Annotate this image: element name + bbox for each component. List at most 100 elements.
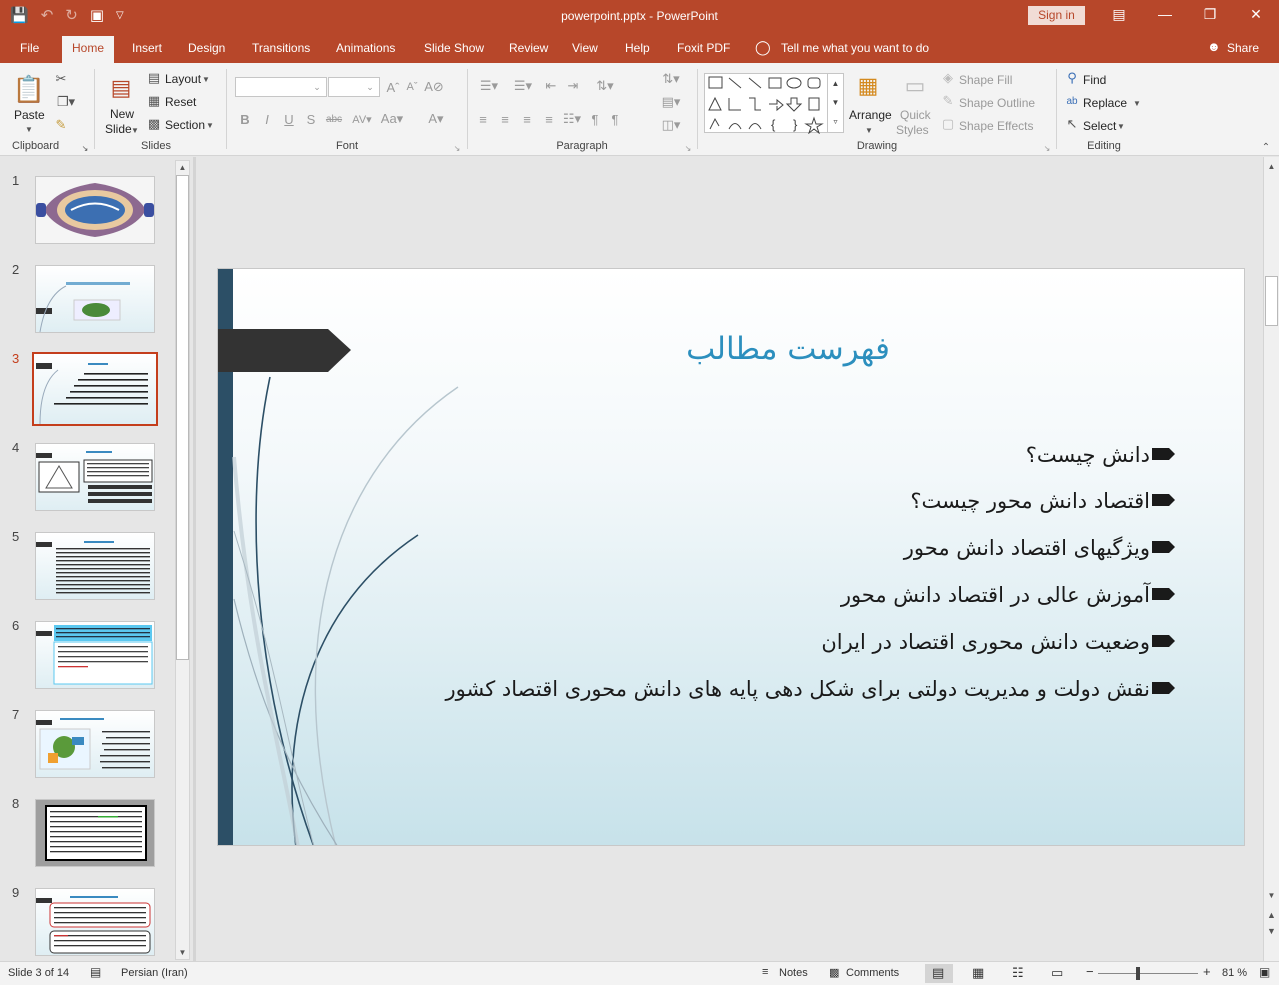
- columns-icon[interactable]: ☷▾: [561, 110, 583, 128]
- zoom-level[interactable]: 81 %: [1222, 967, 1247, 979]
- bullet-item[interactable]: وضعیت دانش محوری اقتصاد در ایران: [821, 630, 1150, 654]
- tab-foxit-pdf[interactable]: Foxit PDF: [677, 41, 730, 55]
- quick-styles-button[interactable]: Quick: [900, 108, 931, 122]
- arrange-dropdown-icon[interactable]: ▼: [864, 124, 874, 136]
- drawing-launcher-icon[interactable]: ↘: [1042, 143, 1052, 153]
- font-name-dropdown-icon[interactable]: ⌄: [310, 79, 324, 95]
- paste-button[interactable]: Paste: [14, 108, 45, 122]
- tell-me-search[interactable]: Tell me what you want to do: [781, 41, 929, 55]
- decrease-indent-icon[interactable]: ⇤: [543, 77, 559, 95]
- paste-icon[interactable]: 📋: [12, 70, 46, 108]
- rtl-icon[interactable]: ¶: [587, 110, 603, 128]
- zoom-in-icon[interactable]: +: [1203, 964, 1211, 979]
- quick-styles-button-line2[interactable]: Styles: [896, 123, 929, 137]
- spelling-icon[interactable]: ▤: [90, 965, 101, 979]
- bullet-item[interactable]: نقش دولت و مدیریت دولتی برای شکل دهی پای…: [446, 677, 1150, 701]
- slide-thumbnail-3[interactable]: [32, 352, 158, 426]
- tab-insert[interactable]: Insert: [132, 41, 162, 55]
- language-indicator[interactable]: Persian (Iran): [121, 967, 188, 979]
- layout-icon[interactable]: ▤: [146, 70, 162, 86]
- tab-slide-show[interactable]: Slide Show: [424, 41, 484, 55]
- close-icon[interactable]: ✕: [1245, 6, 1267, 23]
- bold-icon[interactable]: B: [237, 110, 253, 128]
- shape-fill-button[interactable]: Shape Fill: [959, 73, 1012, 87]
- strikethrough-icon[interactable]: abc: [323, 110, 345, 128]
- zoom-out-icon[interactable]: −: [1086, 964, 1094, 979]
- cut-icon[interactable]: ✂: [52, 70, 70, 88]
- center-icon[interactable]: ≡: [497, 110, 513, 128]
- shapes-scroll-icon[interactable]: ▲ ▼ ▿: [827, 74, 843, 132]
- layout-dropdown-icon[interactable]: ▼: [201, 73, 211, 85]
- find-button[interactable]: Find: [1083, 73, 1106, 87]
- select-dropdown-icon[interactable]: ▼: [1116, 120, 1126, 132]
- bullet-item[interactable]: ویژگیهای اقتصاد دانش محور: [904, 536, 1150, 560]
- bullet-item[interactable]: اقتصاد دانش محور چیست؟: [910, 489, 1150, 513]
- quick-styles-icon[interactable]: ▭: [900, 71, 930, 101]
- align-text-icon[interactable]: ▤▾: [657, 93, 685, 111]
- thumbnail-scroll-down-icon[interactable]: ▼: [176, 946, 189, 959]
- section-dropdown-icon[interactable]: ▼: [205, 119, 215, 131]
- editor-scroll-down-icon[interactable]: ▼: [1265, 889, 1278, 902]
- select-button[interactable]: Select: [1083, 119, 1116, 133]
- tab-home[interactable]: Home: [62, 36, 115, 63]
- tab-view[interactable]: View: [572, 41, 598, 55]
- align-right-icon[interactable]: ≡: [519, 110, 535, 128]
- smartart-icon[interactable]: ◫▾: [657, 116, 685, 134]
- clipboard-launcher-icon[interactable]: ↘: [80, 143, 90, 153]
- collapse-ribbon-icon[interactable]: ⌃: [1259, 141, 1273, 153]
- bullet-item[interactable]: آموزش عالی در اقتصاد دانش محور: [841, 583, 1150, 607]
- new-slide-icon[interactable]: ▤: [106, 71, 136, 105]
- shape-outline-icon[interactable]: ✎: [940, 93, 956, 109]
- replace-dropdown-icon[interactable]: ▼: [1132, 97, 1142, 109]
- paragraph-launcher-icon[interactable]: ↘: [683, 143, 693, 153]
- editor-scroll-up-icon[interactable]: ▲: [1265, 160, 1278, 173]
- tab-file[interactable]: File: [20, 41, 39, 55]
- slide-thumbnail-2[interactable]: [35, 265, 155, 333]
- minimize-icon[interactable]: —: [1154, 6, 1176, 22]
- tab-help[interactable]: Help: [625, 41, 650, 55]
- comments-icon[interactable]: ▩: [829, 966, 839, 979]
- font-color-icon[interactable]: A▾: [424, 110, 448, 128]
- underline-icon[interactable]: U: [281, 110, 297, 128]
- tab-review[interactable]: Review: [509, 41, 548, 55]
- slide-title[interactable]: فهرست مطالب: [638, 331, 938, 367]
- thumbnail-scroll-thumb[interactable]: [176, 175, 189, 660]
- shape-effects-button[interactable]: Shape Effects: [959, 119, 1034, 133]
- paste-dropdown-icon[interactable]: ▼: [22, 123, 36, 135]
- align-left-icon[interactable]: ≡: [475, 110, 491, 128]
- next-slide-icon[interactable]: ▼: [1265, 924, 1278, 937]
- italic-icon[interactable]: I: [259, 110, 275, 128]
- shape-fill-icon[interactable]: ◈: [940, 70, 956, 86]
- previous-slide-icon[interactable]: ▲: [1265, 908, 1278, 921]
- font-size-dropdown-icon[interactable]: ⌄: [363, 79, 377, 95]
- slide-thumbnail-9[interactable]: [35, 888, 155, 956]
- shape-outline-button[interactable]: Shape Outline: [959, 96, 1035, 110]
- slide-sorter-icon[interactable]: ▦: [972, 965, 984, 981]
- select-icon[interactable]: ↖: [1064, 116, 1080, 132]
- decrease-font-icon[interactable]: Aˇ: [404, 78, 420, 96]
- bullets-icon[interactable]: ☰▾: [475, 77, 503, 95]
- thumbnail-scroll-up-icon[interactable]: ▲: [176, 161, 189, 174]
- slide-canvas[interactable]: فهرست مطالب دانش چیست؟ اقتصاد دانش محور …: [217, 268, 1245, 846]
- shapes-gallery[interactable]: {} ▲ ▼ ▿: [704, 73, 844, 135]
- arrange-icon[interactable]: ▦: [853, 71, 883, 101]
- slide-thumbnail-1[interactable]: [35, 176, 155, 244]
- reset-icon[interactable]: ▦: [146, 93, 162, 109]
- replace-button[interactable]: Replace: [1083, 96, 1127, 110]
- tab-design[interactable]: Design: [188, 41, 225, 55]
- arrange-button[interactable]: Arrange: [849, 108, 892, 122]
- sign-in-button[interactable]: Sign in: [1028, 6, 1085, 25]
- font-launcher-icon[interactable]: ↘: [452, 143, 462, 153]
- tab-animations[interactable]: Animations: [336, 41, 395, 55]
- copy-icon[interactable]: ❐▾: [52, 93, 80, 111]
- tab-transitions[interactable]: Transitions: [252, 41, 310, 55]
- slide-thumbnail-6[interactable]: [35, 621, 155, 689]
- line-spacing-icon[interactable]: ⇅▾: [591, 77, 619, 95]
- zoom-slider-thumb[interactable]: [1136, 967, 1140, 980]
- notes-icon[interactable]: ≡: [762, 966, 768, 978]
- shadow-icon[interactable]: S: [303, 110, 319, 128]
- change-case-icon[interactable]: Aa▾: [379, 110, 405, 128]
- bullet-item[interactable]: دانش چیست؟: [1026, 443, 1150, 467]
- text-direction-icon[interactable]: ⇅▾: [657, 70, 685, 88]
- zoom-slider[interactable]: [1098, 973, 1198, 974]
